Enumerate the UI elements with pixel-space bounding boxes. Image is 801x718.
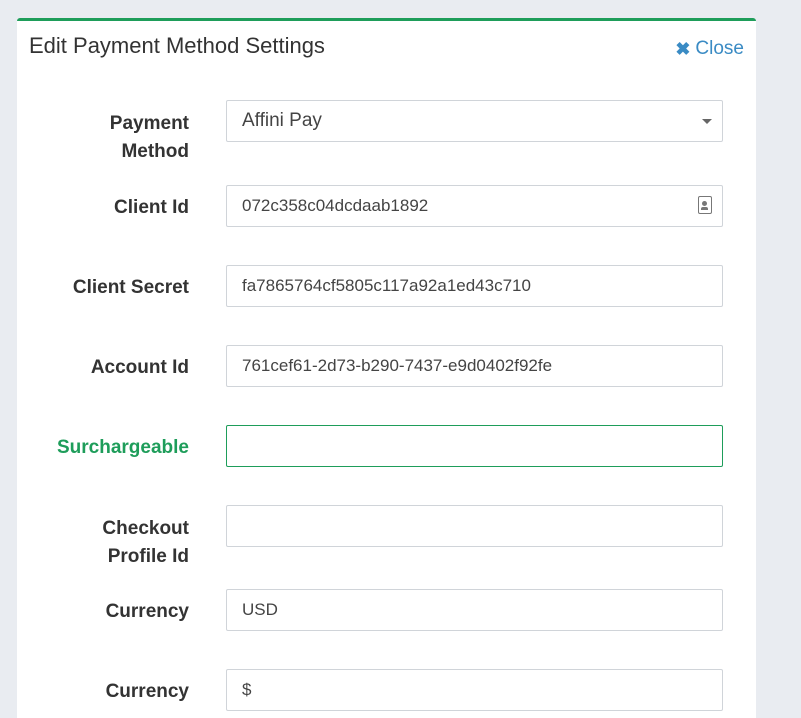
client-secret-label: Client Secret [72, 277, 189, 298]
account-id-input[interactable]: 761cef61-2d73-b290-7437-e9d0402f92fe [226, 345, 723, 387]
close-button[interactable]: ✖ Close [675, 38, 744, 60]
account-id-value: 761cef61-2d73-b290-7437-e9d0402f92fe [242, 356, 553, 375]
checkout-profile-id-label: Checkout Profile Id [102, 518, 189, 567]
edit-payment-modal: Edit Payment Method Settings ✖ Close Pay… [17, 18, 756, 718]
surchargeable-label: Surchargeable [57, 437, 189, 458]
currency-input[interactable]: USD [226, 589, 723, 631]
chevron-down-icon [702, 119, 712, 124]
checkout-profile-id-input[interactable] [226, 505, 723, 547]
client-id-label: Client Id [114, 197, 189, 218]
currency-symbol-label: Currency [105, 681, 189, 702]
contact-card-icon[interactable] [698, 196, 712, 214]
currency-label: Currency [105, 601, 189, 622]
modal-title: Edit Payment Method Settings [29, 33, 325, 58]
currency-symbol-input[interactable]: $ [226, 669, 723, 711]
currency-symbol-value: $ [242, 680, 252, 699]
client-secret-input[interactable]: fa7865764cf5805c117a92a1ed43c710 [226, 265, 723, 307]
account-id-label: Account Id [90, 357, 189, 378]
close-icon: ✖ [675, 38, 691, 59]
client-id-input[interactable]: 072c358c04dcdaab1892 [226, 185, 723, 227]
payment-method-select[interactable]: Affini Pay [226, 100, 723, 142]
payment-method-label: Payment Method [109, 113, 189, 162]
surchargeable-input[interactable] [226, 425, 723, 467]
close-label: Close [695, 38, 744, 59]
client-secret-value: fa7865764cf5805c117a92a1ed43c710 [242, 276, 531, 295]
currency-value: USD [242, 600, 278, 619]
payment-method-value: Affini Pay [242, 110, 322, 131]
client-id-value: 072c358c04dcdaab1892 [242, 196, 429, 215]
